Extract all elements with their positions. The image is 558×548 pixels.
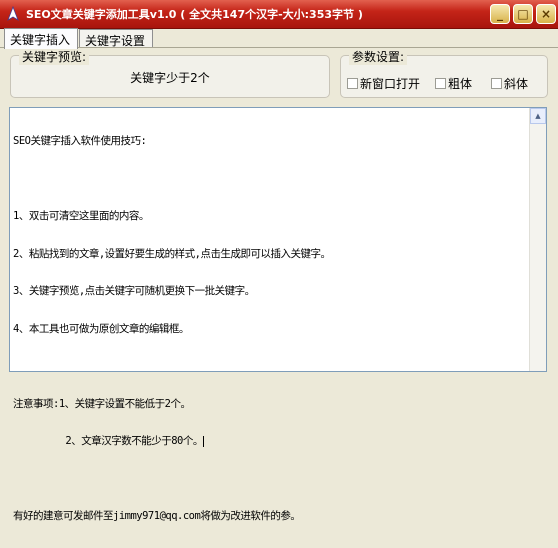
vertical-scrollbar[interactable]: ▲ xyxy=(529,108,546,371)
tab-keyword-insert[interactable]: 关键字插入 xyxy=(4,28,78,49)
editor-line: 有好的建意可发邮件至jimmy971@qq.com将做为改进软件的参。 xyxy=(13,510,301,522)
tab-keyword-settings[interactable]: 关键字设置 xyxy=(79,29,153,48)
maximize-button[interactable]: □ xyxy=(513,4,533,24)
keyword-preview-label: 关键字预览: xyxy=(19,48,90,65)
close-button[interactable]: × xyxy=(536,4,556,24)
bold-label: 粗体 xyxy=(448,77,473,91)
italic-label: 斜体 xyxy=(504,77,529,91)
checkbox-box[interactable] xyxy=(491,78,502,89)
editor-line: SEO关键字插入软件使用技巧: xyxy=(13,135,147,147)
text-cursor xyxy=(202,435,204,447)
minimize-button[interactable]: _ xyxy=(490,4,510,24)
window-title: SEO文章关键字添加工具v1.0 ( 全文共147个汉字-大小:353字节 ) xyxy=(26,8,363,21)
editor-line: 3、关键字预览,点击关键字可随机更换下一批关键字。 xyxy=(13,285,255,297)
title-bar[interactable]: SEO文章关键字添加工具v1.0 ( 全文共147个汉字-大小:353字节 ) … xyxy=(0,0,558,29)
editor-line-text: 2、文章汉字数不能少于80个。 xyxy=(13,435,203,447)
editor-line: 1、双击可清空这里面的内容。 xyxy=(13,210,149,222)
app-icon xyxy=(7,6,19,21)
params-group: 参数设置: 新窗口打开 粗体 斜体 xyxy=(340,48,548,98)
article-editor[interactable]: SEO关键字插入软件使用技巧: 1、双击可清空这里面的内容。 2、粘贴找到的文章… xyxy=(9,107,547,522)
keyword-preview-value[interactable]: 关键字少于2个 xyxy=(11,69,329,86)
new-window-checkbox[interactable]: 新窗口打开 xyxy=(347,75,420,92)
new-window-label: 新窗口打开 xyxy=(360,77,421,91)
editor-line: 注意事项:1、关键字设置不能低于2个。 xyxy=(13,397,191,410)
editor-line: 4、本工具也可做为原创文章的编辑框。 xyxy=(13,322,189,335)
checkbox-box[interactable] xyxy=(435,78,446,89)
editor-content[interactable]: SEO关键字插入软件使用技巧: 1、双击可清空这里面的内容。 2、粘贴找到的文章… xyxy=(13,110,531,548)
editor-line: 2、粘贴找到的文章,设置好要生成的样式,点击生成即可以插入关键字。 xyxy=(13,247,331,260)
params-label: 参数设置: xyxy=(349,48,408,65)
scroll-up-arrow-icon[interactable]: ▲ xyxy=(530,108,546,124)
bold-checkbox[interactable]: 粗体 xyxy=(435,75,472,92)
checkbox-box[interactable] xyxy=(347,78,358,89)
editor-line: 2、文章汉字数不能少于80个。 xyxy=(13,435,531,448)
italic-checkbox[interactable]: 斜体 xyxy=(491,75,528,92)
keyword-preview-group: 关键字预览: 关键字少于2个 xyxy=(10,48,330,98)
